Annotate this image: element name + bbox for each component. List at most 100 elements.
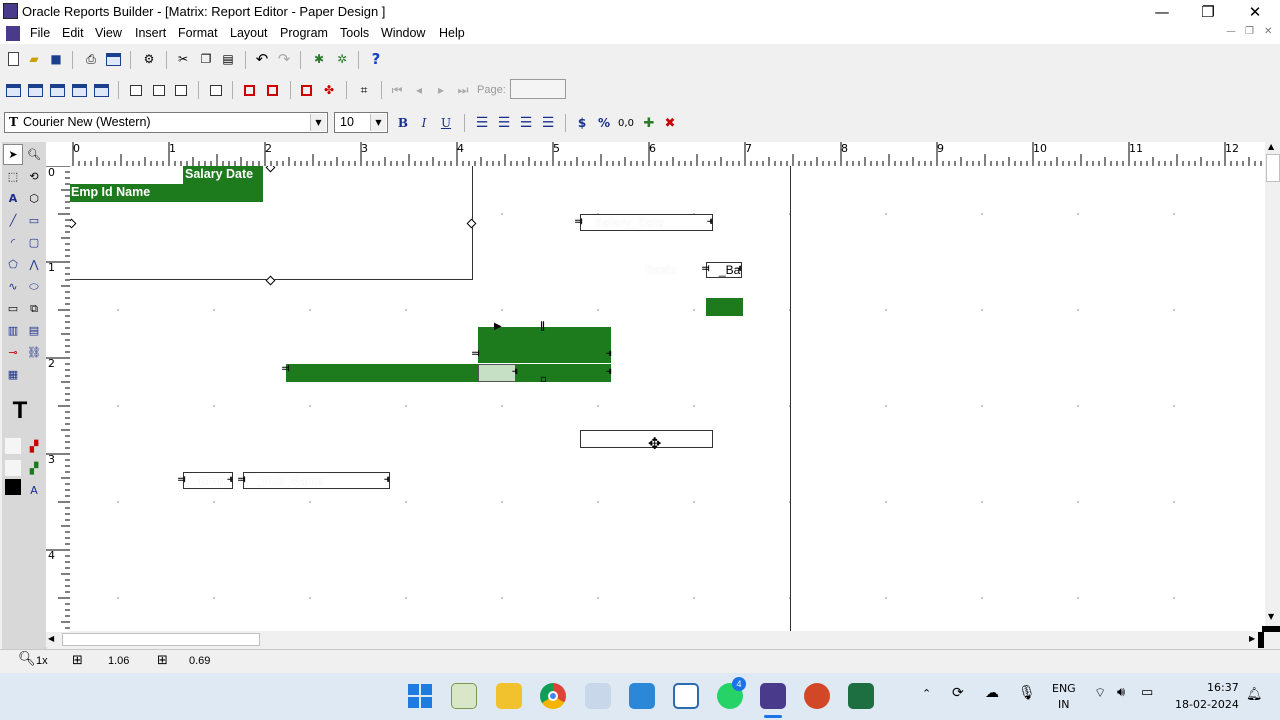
restore-button[interactable]: ❐ (1185, 0, 1231, 24)
new-button[interactable] (4, 50, 22, 68)
line-color-tool[interactable]: ▞ (24, 458, 44, 479)
horizontal-ruler[interactable]: 0 1 2 3 4 5 6 7 8 9 10 11 12 (70, 142, 1265, 166)
freehand-tool[interactable]: ∿ (3, 276, 23, 297)
copy-button[interactable]: ❐ (197, 50, 215, 68)
page-number-input[interactable] (510, 79, 566, 99)
salary-date-header[interactable]: Salary Date (183, 166, 263, 184)
vertical-ruler[interactable]: 0 1 2 3 4 (46, 166, 70, 638)
last-page-button[interactable]: ⏭ (454, 81, 472, 99)
chevron-down-icon[interactable]: ▼ (370, 114, 386, 131)
align-center-button[interactable]: ☰ (495, 114, 513, 132)
help-button[interactable]: ? (367, 50, 385, 68)
open-button[interactable]: ▰ (25, 50, 43, 68)
menu-layout[interactable]: Layout (230, 26, 268, 40)
redo-button[interactable]: ↷ (275, 50, 293, 68)
window-app-icon[interactable] (673, 683, 699, 709)
input-language[interactable]: ENG (1052, 682, 1076, 695)
align-left-button[interactable]: ☰ (473, 114, 491, 132)
rotate-tool[interactable]: ⟲ (24, 166, 44, 187)
mdi-close-icon[interactable]: ✕ (1264, 26, 1272, 37)
align-right-button[interactable]: ☰ (517, 114, 535, 132)
vertical-scrollbar[interactable]: ▲ ▼ (1262, 142, 1280, 632)
paper-parameter-view-button[interactable] (92, 81, 110, 99)
paste-button[interactable]: ▤ (219, 50, 237, 68)
line-tool[interactable]: ╱ (3, 210, 23, 231)
ellipse-tool[interactable]: ⬭ (24, 276, 44, 297)
italic-button[interactable]: I (415, 114, 433, 132)
menu-program[interactable]: Program (280, 26, 328, 40)
menu-window[interactable]: Window (381, 26, 425, 40)
whatsapp-icon[interactable]: 4 (717, 677, 746, 709)
document-icon[interactable] (6, 26, 20, 41)
basic-summary-box[interactable] (706, 298, 743, 316)
installer-app-icon[interactable] (585, 683, 611, 709)
mdi-minimize-icon[interactable]: — (1226, 26, 1236, 37)
bold-button[interactable]: B (394, 114, 412, 132)
scroll-left-icon[interactable]: ◀ (48, 634, 54, 643)
scroll-down-icon[interactable]: ▼ (1268, 612, 1274, 621)
selected-cell[interactable] (478, 364, 516, 382)
field-tool[interactable]: ▤ (24, 320, 44, 341)
emp-field[interactable]: Emp (183, 472, 233, 489)
remove-decimal-button[interactable]: ✖ (661, 114, 679, 132)
cross-product-group[interactable] (478, 327, 611, 363)
run-button[interactable]: ⚙ (140, 50, 158, 68)
font-size-select[interactable]: 10 ▼ (334, 112, 388, 133)
vertical-scroll-thumb[interactable] (1266, 154, 1280, 182)
frame-select-button[interactable]: ✤ (320, 81, 338, 99)
onedrive-cloud-icon[interactable]: ☁ (985, 685, 999, 701)
percent-button[interactable]: % (595, 114, 613, 132)
menu-file[interactable]: File (30, 26, 50, 40)
report-wizard-button[interactable] (207, 81, 225, 99)
input-region[interactable]: IN (1058, 698, 1069, 711)
menu-help[interactable]: Help (439, 26, 465, 40)
excel-icon[interactable] (848, 683, 874, 709)
matrix-tool[interactable]: ▦ (3, 364, 23, 385)
frame-tool[interactable]: ▭ (3, 298, 23, 319)
link-file-tool[interactable]: ⛓ (24, 342, 44, 363)
menu-tools[interactable]: Tools (340, 26, 369, 40)
wifi-icon[interactable]: ⌔ (1094, 685, 1106, 701)
select-parent-frame-button[interactable] (297, 81, 315, 99)
justify-button[interactable]: ☰ (539, 114, 557, 132)
undo-button[interactable]: ↶ (253, 50, 271, 68)
magnify-tool[interactable]: 🔍︎ (24, 144, 44, 165)
save-button[interactable]: ■ (47, 50, 65, 68)
salary-date-field[interactable]: Salary_Date (580, 214, 713, 231)
file-explorer-icon[interactable] (496, 683, 522, 709)
repeating-frame-row[interactable] (286, 364, 611, 382)
oracle-reports-app-icon[interactable] (3, 3, 18, 19)
rounded-rectangle-tool[interactable]: ▢ (24, 232, 44, 253)
paper-design-view-button[interactable] (70, 81, 88, 99)
oracle-reports-taskbar-icon[interactable] (760, 683, 786, 709)
polyline-tool[interactable]: ⋀ (24, 254, 44, 275)
add-decimal-button[interactable]: ✚ (640, 114, 658, 132)
show-hidden-icons-chevron-icon[interactable]: ⌃ (922, 687, 931, 700)
horizontal-scrollbar[interactable]: ◀ ▶ (46, 632, 1265, 647)
minimize-button[interactable]: — (1139, 0, 1185, 24)
line-color-swatch[interactable] (5, 460, 21, 476)
header-section-button[interactable] (127, 81, 145, 99)
paper-design-canvas[interactable]: Salary Date Emp Id Name Salary_Date ⫤ ⫣ … (70, 166, 1265, 631)
notepad-app-icon[interactable] (451, 683, 477, 709)
print-button[interactable]: ⎙ (82, 50, 100, 68)
anchor-tool[interactable]: ⊸ (3, 342, 23, 363)
frame-select-tool[interactable]: ⬚ (3, 166, 23, 187)
scroll-right-icon[interactable]: ▶ (1249, 634, 1255, 643)
print-preview-button[interactable] (104, 50, 122, 68)
text-color-swatch[interactable] (5, 479, 21, 495)
polygon-tool[interactable]: ⬠ (3, 254, 23, 275)
currency-button[interactable]: $ (573, 114, 591, 132)
mdi-restore-icon[interactable]: ❐ (1245, 26, 1254, 37)
settings-app-icon[interactable] (629, 683, 655, 709)
main-section-button[interactable] (150, 81, 168, 99)
powerpoint-icon[interactable] (804, 683, 830, 709)
clock-date[interactable]: 18-02-2024 (1175, 698, 1239, 711)
volume-icon[interactable]: 🔊︎ (1117, 685, 1125, 700)
arc-tool[interactable]: ◜ (3, 232, 23, 253)
flex-mode-button[interactable] (263, 81, 281, 99)
first-page-button[interactable]: ⏮ (388, 81, 406, 99)
paper-layout-view-button[interactable] (48, 81, 66, 99)
align-objects-button[interactable]: ⌗ (355, 81, 373, 99)
fill-color-tool[interactable]: ▞ (24, 436, 44, 457)
